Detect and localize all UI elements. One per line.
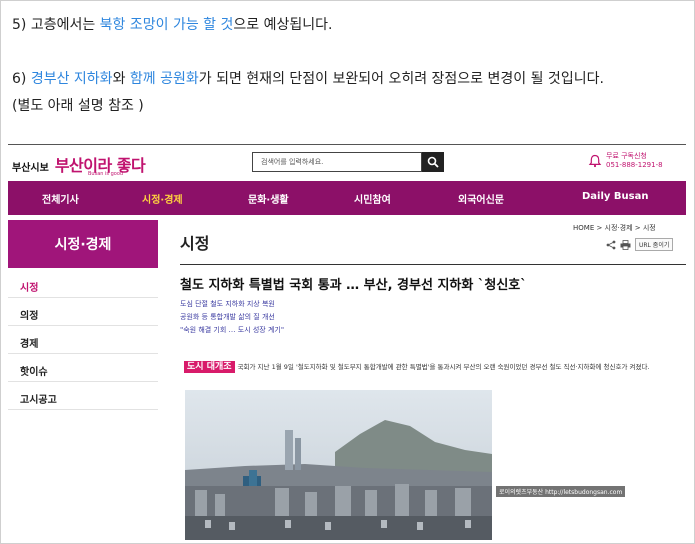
nav-item-daily-busan[interactable]: Daily Busan	[582, 191, 648, 202]
search-button[interactable]	[422, 152, 444, 172]
search-placeholder: 검색어를 입력하세요.	[261, 158, 324, 166]
article-photo	[185, 390, 492, 540]
subscribe-label: 무료 구독신청	[606, 152, 647, 160]
section-menu-item[interactable]: 의정	[8, 298, 158, 326]
bell-icon	[588, 154, 602, 168]
section-menu-item[interactable]: 핫이슈	[8, 354, 158, 382]
site-logo[interactable]: 부산시보 부산이라 좋다	[12, 152, 146, 176]
paragraph-5-highlight: 북항 조망이 가능 할 것	[99, 17, 234, 33]
share-icon[interactable]	[606, 240, 616, 250]
lede-tag: 도시 대개조	[184, 361, 235, 373]
section-title: 시정·경제	[8, 220, 158, 268]
photo-caption: 로이의렛츠부동산 http://letsbudongsan.com	[496, 486, 626, 497]
paragraph-5: 5) 고층에서는 북항 조망이 가능 할 것으로 예상됩니다.	[12, 14, 332, 34]
subscribe-link[interactable]: 무료 구독신청 051-888-1291-8	[588, 152, 663, 170]
top-divider	[8, 144, 686, 145]
breadcrumb: HOME > 시정·경제 > 시정	[573, 224, 656, 232]
paragraph-5-prefix: 5) 고층에서는	[12, 17, 100, 33]
section-menu: 시정 의정 경제 핫이슈 고시공고	[8, 270, 158, 410]
paragraph-6-mid: 와	[112, 71, 130, 87]
subscribe-phone: 051-888-1291-8	[606, 161, 663, 169]
article-subhead: 공원화 등 통합개발 삶의 질 개선	[180, 313, 275, 321]
print-icon[interactable]	[620, 239, 631, 250]
logo-subtitle: Busan is good	[88, 171, 124, 177]
search-icon	[427, 156, 439, 168]
paragraph-6-note: (별도 아래 설명 참조 )	[12, 98, 144, 114]
paragraph-6-highlight-1: 경부산 지하화	[30, 71, 113, 87]
paragraph-6-suffix: 가 되면 현재의 단점이 보완되어 오히려 장점으로 변경이 될 것입니다.	[198, 71, 604, 87]
paragraph-6: 6) 경부산 지하화와 함께 공원화가 되면 현재의 단점이 보완되어 오히려 …	[12, 68, 604, 88]
logo-small-text: 부산시보	[12, 163, 49, 174]
nav-item-culture-life[interactable]: 문화·생활	[248, 191, 289, 206]
paragraph-6-prefix: 6)	[12, 71, 31, 87]
main-nav: 전체기사 시정·경제 문화·생활 시민참여 외국어신문 Daily Busan	[8, 181, 686, 215]
article-subhead: 도심 단절 철도 지하화 지상 복원	[180, 300, 275, 308]
section-menu-item[interactable]: 경제	[8, 326, 158, 354]
url-shorten-button[interactable]: URL 줌이기	[635, 238, 674, 251]
embedded-news-screenshot: 부산시보 부산이라 좋다 Busan is good 검색어를 입력하세요. 무…	[8, 144, 686, 540]
page-title: 시정	[180, 234, 210, 253]
search-input[interactable]: 검색어를 입력하세요.	[252, 152, 422, 172]
paragraph-5-suffix: 으로 예상됩니다.	[233, 17, 333, 33]
article-subheads: 도심 단절 철도 지하화 지상 복원 공원화 등 통합개발 삶의 질 개선 "숙…	[180, 298, 284, 337]
nav-item-all[interactable]: 전체기사	[42, 191, 79, 206]
article-tools: URL 줌이기	[606, 238, 674, 251]
article-subhead: "숙원 해결 기회 … 도시 성장 계기"	[180, 326, 285, 334]
lede-text: 국회가 지난 1월 9일 '철도지하화 및 철도부지 통합개발에 관한 특별법'…	[237, 363, 650, 371]
nav-item-foreign[interactable]: 외국어신문	[458, 191, 504, 206]
article-headline: 철도 지하화 특별법 국회 통과 … 부산, 경부선 지하화 `청신호`	[180, 278, 527, 293]
nav-item-citizen[interactable]: 시민참여	[354, 191, 391, 206]
section-menu-item[interactable]: 고시공고	[8, 382, 158, 410]
title-divider	[180, 264, 686, 265]
article-lede: 도시 대개조 국회가 지난 1월 9일 '철도지하화 및 철도부지 통합개발에 관…	[184, 360, 684, 375]
nav-item-city-economy[interactable]: 시정·경제	[142, 191, 183, 206]
paragraph-6-highlight-2: 함께 공원화	[129, 71, 199, 87]
section-menu-item[interactable]: 시정	[8, 270, 158, 298]
